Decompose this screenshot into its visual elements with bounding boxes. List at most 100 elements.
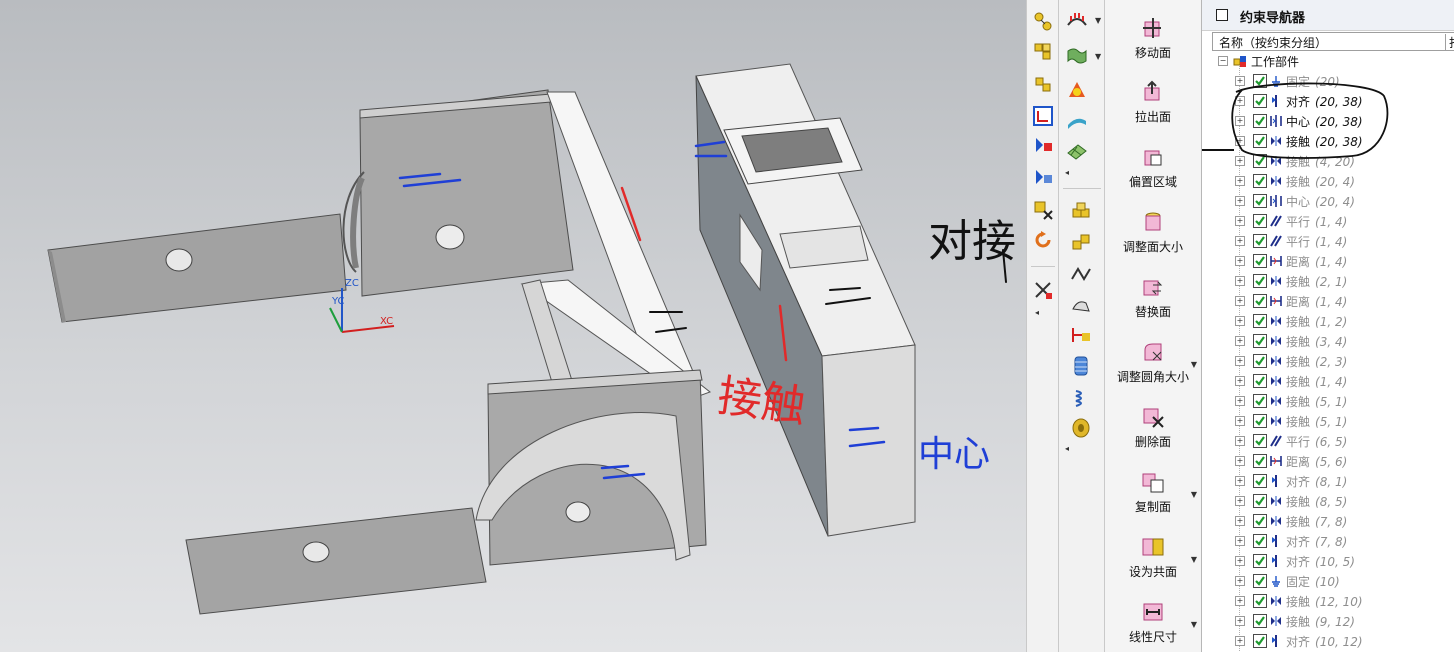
expand-icon[interactable]: + [1235, 536, 1245, 546]
pull-face-button[interactable]: 拉出面 [1105, 70, 1201, 128]
constraint-checkbox[interactable] [1253, 334, 1267, 348]
constraint-row[interactable]: + 对齐 (20, 38) [1202, 91, 1454, 111]
expand-icon[interactable]: + [1235, 376, 1245, 386]
expand-icon[interactable]: + [1235, 556, 1245, 566]
constraint-row[interactable]: + 对齐 (8, 1) [1202, 471, 1454, 491]
navigator-column-header[interactable]: 名称（按约束分组） 打 [1212, 32, 1454, 51]
expand-icon[interactable]: + [1235, 96, 1245, 106]
more-tools-arrow-icon[interactable]: ◂ [1035, 308, 1039, 317]
constraint-checkbox[interactable] [1253, 594, 1267, 608]
expand-icon[interactable]: + [1235, 456, 1245, 466]
constraint-checkbox[interactable] [1253, 234, 1267, 248]
constraint-row[interactable]: + 接触 (2, 1) [1202, 271, 1454, 291]
offset-region-button[interactable]: 偏置区域 [1105, 135, 1201, 193]
constraint-row[interactable]: + 中心 (20, 4) [1202, 191, 1454, 211]
upper-housing-part[interactable] [342, 89, 712, 401]
move-face-button[interactable]: 移动面 [1105, 6, 1201, 64]
constraint-checkbox[interactable] [1253, 214, 1267, 228]
constraint-row[interactable]: + 固定 (20) [1202, 71, 1454, 91]
expand-icon[interactable]: + [1235, 516, 1245, 526]
face-flat-icon[interactable] [1065, 110, 1089, 134]
expand-icon[interactable]: + [1235, 576, 1245, 586]
expand-icon[interactable]: + [1235, 336, 1245, 346]
expand-icon[interactable]: + [1235, 596, 1245, 606]
constraint-checkbox[interactable] [1253, 474, 1267, 488]
expand-icon[interactable]: + [1235, 356, 1245, 366]
constraint-checkbox[interactable] [1253, 94, 1267, 108]
constraint-row[interactable]: + 中心 (20, 38) [1202, 111, 1454, 131]
constraint-checkbox[interactable] [1253, 374, 1267, 388]
constraint-checkbox[interactable] [1253, 434, 1267, 448]
collapse-icon[interactable]: − [1218, 56, 1228, 66]
constraint-row[interactable]: + 对齐 (10, 5) [1202, 551, 1454, 571]
disc-icon[interactable] [1069, 416, 1093, 440]
constraint-row[interactable]: + 平行 (1, 4) [1202, 211, 1454, 231]
constraint-row[interactable]: + 平行 (6, 5) [1202, 431, 1454, 451]
delete-face-button[interactable]: 删除面 [1105, 395, 1201, 453]
navigator-pin-checkbox[interactable] [1216, 9, 1228, 21]
constraint-checkbox[interactable] [1253, 74, 1267, 88]
constraint-row[interactable]: + 接触 (1, 2) [1202, 311, 1454, 331]
expand-icon[interactable]: + [1235, 616, 1245, 626]
constraint-row[interactable]: + 接触 (20, 38) [1202, 131, 1454, 151]
expand-icon[interactable]: + [1235, 136, 1245, 146]
expand-icon[interactable]: + [1235, 416, 1245, 426]
assembly-group-icon[interactable] [1031, 72, 1055, 96]
assembly-constraint-icon[interactable] [1031, 10, 1055, 34]
upper-arm-part[interactable] [47, 213, 347, 323]
constraint-row[interactable]: + 接触 (8, 5) [1202, 491, 1454, 511]
column-name-header[interactable]: 名称（按约束分组） [1219, 34, 1327, 51]
measure2-icon[interactable] [1031, 166, 1055, 190]
expand-icon[interactable]: + [1235, 196, 1245, 206]
linear-dimension-dropdown-icon[interactable]: ▼ [1191, 620, 1197, 629]
constraint-row[interactable]: + 接触 (7, 8) [1202, 511, 1454, 531]
spring-icon[interactable] [1069, 354, 1093, 378]
surface-comb-icon[interactable] [1065, 8, 1089, 32]
draft2-icon[interactable] [1069, 294, 1093, 318]
constraint-checkbox[interactable] [1253, 534, 1267, 548]
constraint-checkbox[interactable] [1253, 114, 1267, 128]
constraint-row[interactable]: + 接触 (3, 4) [1202, 331, 1454, 351]
lower-housing-part[interactable] [185, 369, 707, 615]
constraint-checkbox[interactable] [1253, 354, 1267, 368]
expand-icon[interactable]: + [1235, 176, 1245, 186]
expand-icon[interactable]: + [1235, 396, 1245, 406]
constraint-checkbox[interactable] [1253, 294, 1267, 308]
constraint-row[interactable]: + 距离 (5, 6) [1202, 451, 1454, 471]
cube-stack-icon[interactable] [1069, 200, 1093, 224]
constraint-checkbox[interactable] [1253, 634, 1267, 648]
constraint-checkbox[interactable] [1253, 174, 1267, 188]
make-coplanar-dropdown-icon[interactable]: ▼ [1191, 555, 1197, 564]
copy-face-button[interactable]: 复制面 ▼ [1105, 460, 1201, 518]
resize-face-button[interactable]: 调整面大小 [1105, 200, 1201, 258]
expand-icon[interactable]: + [1235, 636, 1245, 646]
expand-icon[interactable]: + [1235, 316, 1245, 326]
constraint-checkbox[interactable] [1253, 274, 1267, 288]
replace-face-button[interactable]: 替换面 [1105, 265, 1201, 323]
constraint-checkbox[interactable] [1253, 454, 1267, 468]
face-grid-icon[interactable] [1065, 140, 1089, 164]
constraint-row[interactable]: + 接触 (9, 12) [1202, 611, 1454, 631]
constraint-row[interactable]: + 平行 (1, 4) [1202, 231, 1454, 251]
constraint-row[interactable]: + 固定 (10) [1202, 571, 1454, 591]
make-coplanar-button[interactable]: 设为共面 ▼ [1105, 525, 1201, 583]
rotate-icon[interactable] [1031, 228, 1055, 252]
face-color-icon[interactable] [1065, 78, 1089, 102]
constraint-checkbox[interactable] [1253, 574, 1267, 588]
tree-root-work-part[interactable]: − 工作部件 [1202, 51, 1454, 71]
coordinate-icon[interactable] [1031, 104, 1055, 128]
constraint-checkbox[interactable] [1253, 514, 1267, 528]
close-x-icon[interactable] [1031, 278, 1055, 302]
constraint-row[interactable]: + 距离 (1, 4) [1202, 251, 1454, 271]
copy-face-dropdown-icon[interactable]: ▼ [1191, 490, 1197, 499]
constraint-row[interactable]: + 接触 (2, 3) [1202, 351, 1454, 371]
column-extra-header[interactable]: 打 [1445, 34, 1454, 51]
constraint-row[interactable]: + 对齐 (7, 8) [1202, 531, 1454, 551]
constraint-row[interactable]: + 接触 (5, 1) [1202, 411, 1454, 431]
delete-cut-icon[interactable] [1031, 198, 1055, 222]
constraint-checkbox[interactable] [1253, 394, 1267, 408]
constraint-row[interactable]: + 距离 (1, 4) [1202, 291, 1454, 311]
expand-icon[interactable]: + [1235, 116, 1245, 126]
expand-icon[interactable]: + [1235, 436, 1245, 446]
graphics-viewport[interactable]: ZC YC XC 对接 接触 中心 [0, 0, 1026, 652]
